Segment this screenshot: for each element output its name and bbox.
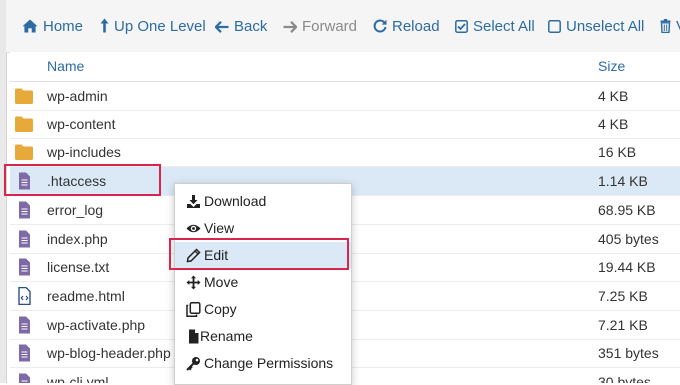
menu-item-label: Copy — [204, 301, 237, 317]
menu-item-move[interactable]: Move — [175, 269, 351, 295]
file-size: 7.21 KB — [598, 317, 648, 333]
forward-label: Forward — [302, 18, 358, 35]
file-size: 19.44 KB — [598, 259, 656, 275]
reload-button[interactable]: Reload — [373, 16, 440, 38]
home-icon — [22, 19, 38, 33]
file-name: wp-content — [47, 116, 116, 132]
table-row[interactable]: wp-admin 4 KB — [10, 82, 680, 111]
file-size: 351 bytes — [598, 345, 659, 361]
menu-item-download[interactable]: Download — [175, 188, 351, 214]
menu-item-edit[interactable]: Edit — [175, 242, 351, 268]
view-button[interactable]: V — [660, 16, 680, 38]
up-one-level-label: Up One Level — [114, 18, 206, 35]
reload-label: Reload — [392, 18, 440, 35]
checkbox-empty-icon — [548, 20, 561, 33]
file-size: 7.25 KB — [598, 288, 648, 304]
file-size: 68.95 KB — [598, 202, 656, 218]
file-name: readme.html — [47, 288, 125, 304]
home-button[interactable]: Home — [22, 16, 83, 38]
back-button[interactable]: Back — [214, 16, 268, 38]
back-label: Back — [234, 18, 268, 35]
file-text-icon — [19, 344, 30, 362]
file-text-icon — [19, 258, 30, 276]
file-size: 16 KB — [598, 144, 637, 160]
unselect-all-label: Unselect All — [566, 18, 645, 35]
unselect-all-button[interactable]: Unselect All — [548, 16, 644, 38]
file-name: license.txt — [47, 259, 110, 275]
file-size: 405 bytes — [598, 231, 659, 247]
view-label: V — [676, 18, 680, 35]
menu-item-change-permissions[interactable]: Change Permissions — [175, 350, 351, 376]
move-arrows-icon — [186, 275, 201, 290]
pencil-icon — [186, 248, 201, 263]
download-icon — [187, 195, 200, 208]
toolbar: Home Up One Level Back Forward Reload Se… — [6, 0, 680, 53]
arrow-up-icon — [100, 18, 109, 33]
file-size: 4 KB — [598, 116, 629, 132]
home-label: Home — [43, 18, 84, 35]
menu-item-label: Download — [204, 193, 267, 209]
menu-item-view[interactable]: View — [175, 215, 351, 241]
select-all-label: Select All — [473, 18, 535, 35]
table-row[interactable]: wp-content 4 KB — [10, 110, 680, 139]
menu-item-label: Edit — [204, 247, 229, 263]
table-header: Name Size — [10, 52, 680, 82]
file-code-icon — [18, 287, 31, 305]
file-name: wp-cli.yml — [47, 374, 109, 383]
file-icon — [189, 329, 199, 344]
menu-item-rename[interactable]: Rename — [175, 323, 351, 349]
left-panel-edge — [0, 0, 7, 383]
reload-icon — [373, 19, 387, 33]
file-text-icon — [19, 201, 30, 219]
folder-icon — [15, 144, 33, 160]
context-menu: Download View Edit Move Copy Rename Chan… — [174, 183, 352, 385]
file-name: wp-includes — [47, 144, 121, 160]
file-name: wp-admin — [47, 88, 108, 104]
menu-item-label: Change Permissions — [204, 355, 334, 371]
file-text-icon — [19, 172, 30, 190]
key-icon — [186, 357, 200, 371]
file-size: 4 KB — [598, 88, 629, 104]
checkbox-checked-icon — [455, 20, 468, 33]
file-name: wp-activate.php — [47, 317, 146, 333]
file-name: .htaccess — [47, 173, 107, 189]
copy-icon — [186, 302, 201, 317]
file-size: 30 bytes — [598, 374, 651, 383]
file-size: 1.14 KB — [598, 173, 648, 189]
folder-icon — [15, 116, 33, 132]
menu-item-label: Rename — [200, 328, 253, 344]
folder-icon — [15, 88, 33, 104]
menu-item-label: Move — [204, 274, 239, 290]
file-text-icon — [19, 316, 30, 334]
name-column-header[interactable]: Name — [47, 58, 84, 74]
file-text-icon — [19, 230, 30, 248]
file-name: index.php — [47, 231, 108, 247]
eye-icon — [186, 224, 201, 233]
file-name: error_log — [47, 202, 104, 218]
file-text-icon — [19, 373, 30, 383]
select-all-button[interactable]: Select All — [455, 16, 535, 38]
size-column-header[interactable]: Size — [598, 58, 625, 74]
table-row[interactable]: wp-includes 16 KB — [10, 138, 680, 167]
up-one-level-button[interactable]: Up One Level — [100, 16, 206, 38]
menu-item-copy[interactable]: Copy — [175, 296, 351, 322]
forward-button[interactable]: Forward — [283, 16, 357, 38]
arrow-left-icon — [214, 21, 229, 33]
arrow-right-icon — [283, 21, 298, 33]
menu-item-label: View — [204, 220, 235, 236]
trash-icon — [660, 19, 671, 34]
file-name: wp-blog-header.php — [47, 345, 171, 361]
